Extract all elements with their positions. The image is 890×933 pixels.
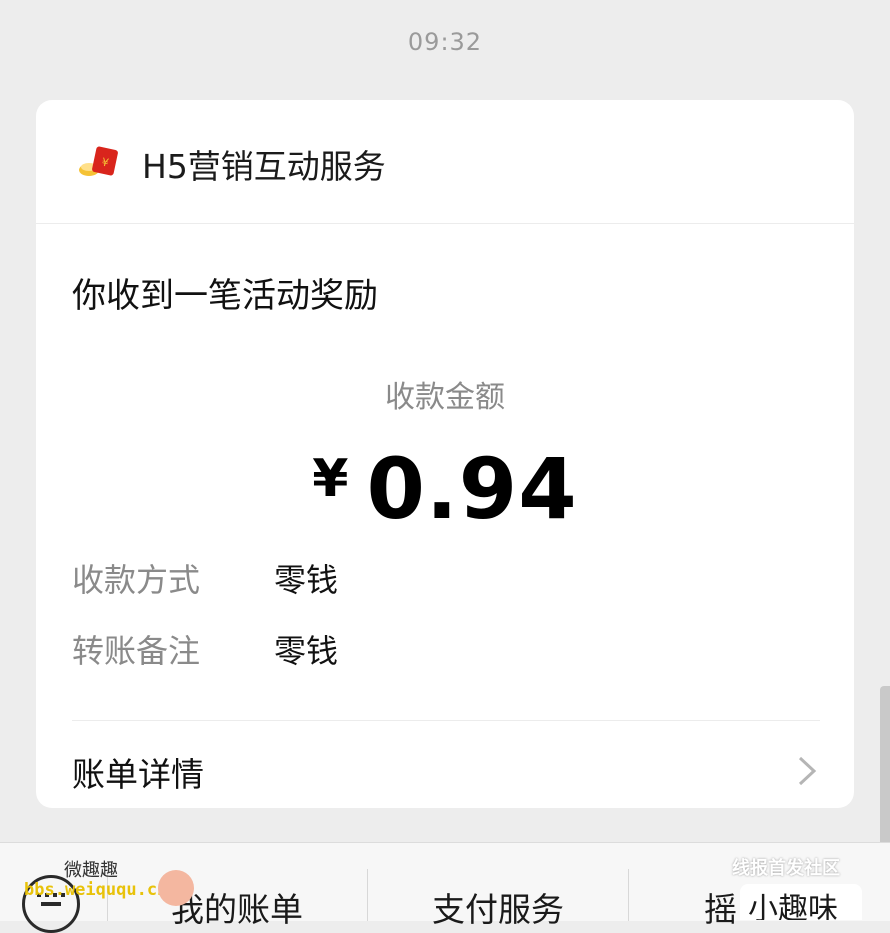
divider: [72, 720, 820, 721]
notification-title: 你收到一笔活动奖励: [72, 276, 378, 316]
transfer-note-value: 零钱: [274, 632, 339, 670]
watermark-left: 微趣趣 bbs.weiququ.cn: [6, 856, 196, 916]
red-envelope-icon: ¥: [79, 146, 118, 176]
menu-separator: [628, 869, 629, 921]
mascot-icon: [158, 870, 194, 906]
menu-payment-services[interactable]: 支付服务: [368, 883, 628, 931]
payment-method-row: 收款方式 零钱: [72, 555, 338, 601]
chevron-right-icon[interactable]: [796, 754, 818, 788]
bill-details-link[interactable]: 账单详情: [72, 748, 204, 796]
currency-symbol: ¥: [312, 449, 349, 509]
transfer-note-row: 转账备注 零钱: [72, 626, 338, 672]
watermark-badge: 小趣味: [740, 884, 862, 920]
watermark-url: bbs.weiququ.cn: [24, 880, 168, 900]
payment-notification-card[interactable]: ¥ H5营销互动服务 你收到一笔活动奖励 收款金额 ¥0.94 收款方式 零钱 转…: [36, 100, 854, 808]
payment-method-label: 收款方式: [72, 561, 201, 599]
scrollbar[interactable]: [880, 686, 890, 846]
sender-name: H5营销互动服务: [142, 147, 386, 186]
amount-label: 收款金额: [385, 380, 505, 415]
payment-method-value: 零钱: [274, 561, 339, 599]
watermark-site-name: 微趣趣: [64, 860, 118, 881]
watermark-right: 线报首发社区: [732, 858, 840, 879]
status-time: 09:32: [407, 28, 483, 56]
amount-display: ¥0.94: [36, 440, 854, 538]
transfer-note-label: 转账备注: [72, 632, 201, 670]
card-header: ¥ H5营销互动服务: [36, 100, 854, 224]
amount-value: 0.94: [366, 440, 578, 538]
